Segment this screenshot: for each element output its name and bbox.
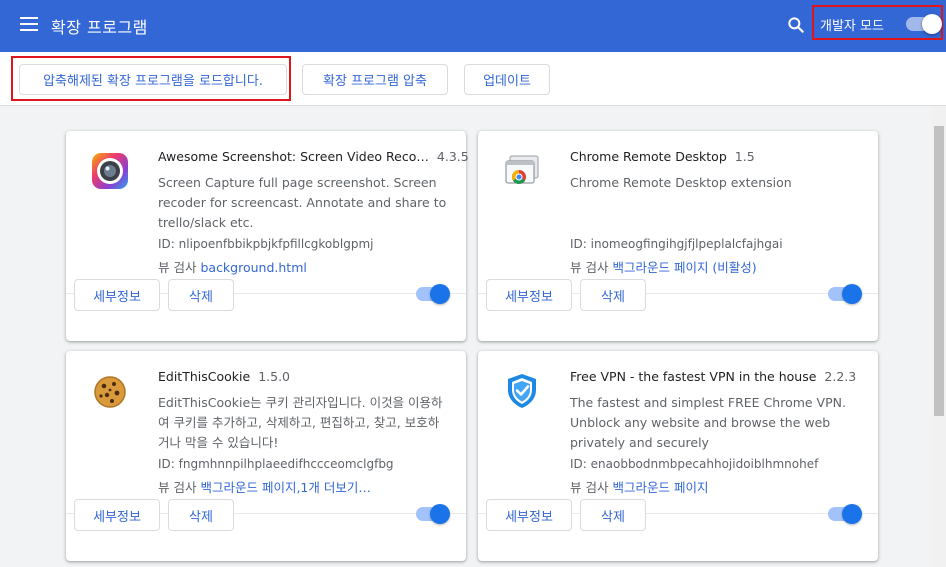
extension-version: 4.3.5 [436,149,469,164]
extension-id: ID: nlipoenfbbikpbjkfpfillcgkoblgpmj [158,237,374,251]
extension-enable-toggle[interactable] [416,284,450,304]
inspect-views: 뷰 검사 백그라운드 페이지,1개 더보기… [158,480,371,495]
inspect-view-link[interactable]: 백그라운드 페이지 (비활성) [612,260,756,275]
scrollbar[interactable] [932,106,946,567]
toolbar: 압축해제된 확장 프로그램을 로드합니다. 확장 프로그램 압축 업데이트 [0,52,946,106]
extension-description: EditThisCookie는 쿠키 관리자입니다. 이것을 이용하여 쿠키를 … [158,395,443,450]
inspect-view-link[interactable]: background.html [200,260,306,275]
inspect-views: 뷰 검사 백그라운드 페이지 [570,480,709,495]
extension-card-chrome-remote-desktop: Chrome Remote Desktop 1.5 Chrome Remote D… [478,131,878,341]
extension-enable-toggle[interactable] [828,284,862,304]
remove-button[interactable]: 삭제 [168,499,234,531]
extension-enable-toggle[interactable] [828,504,862,524]
extension-id: ID: enaobbodnmbpecahhojidoiblhmnohef [570,457,819,471]
extension-version: 1.5.0 [258,369,290,384]
remove-button[interactable]: 삭제 [580,499,646,531]
inspect-views: 뷰 검사 백그라운드 페이지 (비활성) [570,260,757,275]
developer-mode-highlight: 개발자 모드 [812,5,943,40]
details-button[interactable]: 세부정보 [74,499,160,531]
shield-check-icon [502,371,542,411]
developer-mode-label: 개발자 모드 [820,19,884,34]
extension-version: 2.2.3 [824,369,857,384]
hamburger-menu-icon[interactable] [20,17,38,31]
top-bar: 확장 프로그램 개발자 모드 [0,0,946,52]
details-button[interactable]: 세부정보 [486,499,572,531]
extension-card-awesome-screenshot: Awesome Screenshot: Screen Video Reco… 4.… [66,131,469,341]
details-button[interactable]: 세부정보 [486,279,572,311]
update-button[interactable]: 업데이트 [464,64,550,95]
remove-button[interactable]: 삭제 [580,279,646,311]
extension-description: The fastest and simplest FREE Chrome VPN… [570,395,846,450]
inspect-view-link[interactable]: 백그라운드 페이지 [612,480,708,495]
extension-name: Free VPN - the fastest VPN in the house 2… [570,369,857,384]
extension-card-editthiscookie: EditThisCookie 1.5.0 EditThisCookie는 쿠키 관… [66,351,466,561]
load-unpacked-button[interactable]: 압축해제된 확장 프로그램을 로드합니다. [19,64,287,95]
remove-button[interactable]: 삭제 [168,279,234,311]
extension-card-free-vpn: Free VPN - the fastest VPN in the house 2… [478,351,878,561]
inspect-views: 뷰 검사 background.html [158,260,307,275]
extension-name: Awesome Screenshot: Screen Video Reco… 4.… [158,149,469,164]
inspect-view-link[interactable]: 백그라운드 페이지,1개 더보기… [200,480,370,495]
pack-extension-button[interactable]: 확장 프로그램 압축 [302,64,448,95]
extension-id: ID: inomeogfingihgjfjlpeplalcfajhgai [570,237,783,251]
extension-name: Chrome Remote Desktop 1.5 [570,149,755,164]
cookie-icon [90,371,130,411]
scrollbar-thumb[interactable] [934,126,944,416]
remote-desktop-icon [502,151,542,191]
developer-mode-toggle[interactable] [906,14,942,34]
details-button[interactable]: 세부정보 [74,279,160,311]
extension-description: Chrome Remote Desktop extension [570,175,792,190]
extension-name: EditThisCookie 1.5.0 [158,369,290,384]
extension-version: 1.5 [734,149,755,164]
extension-id: ID: fngmhnnpilhplaeedifhccceomclgfbg [158,457,394,471]
extension-description: Screen Capture full page screenshot. Scr… [158,175,447,230]
camera-lens-icon [90,151,130,191]
extension-enable-toggle[interactable] [416,504,450,524]
search-icon[interactable] [786,15,806,35]
page-title: 확장 프로그램 [51,18,148,37]
